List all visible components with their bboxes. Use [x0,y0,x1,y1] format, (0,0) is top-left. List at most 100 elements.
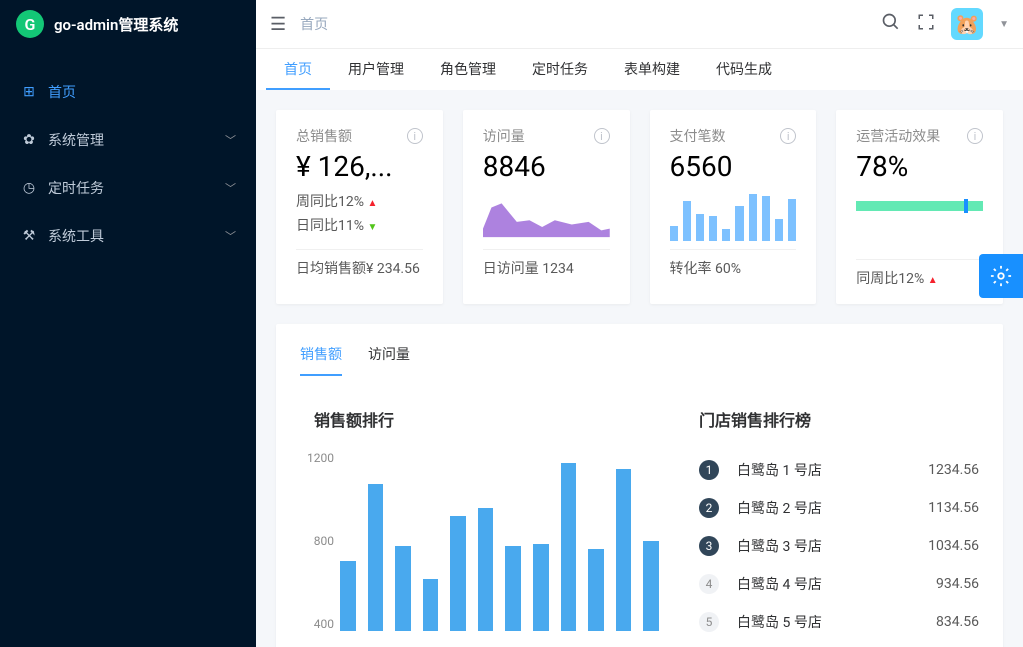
rank-value: 934.56 [936,576,979,592]
tab-5[interactable]: 代码生成 [698,49,790,90]
rank-row: 2白鹭岛 2 号店1134.56 [699,489,979,527]
sidebar-item-1[interactable]: ✿ 系统管理﹀ [0,116,256,164]
chart-bar [505,546,521,632]
menu-icon: ✿ [20,132,38,148]
y-axis: 1200800400 [300,451,334,631]
chevron-down-icon: ﹀ [225,132,236,148]
chart-bar [450,516,466,632]
card-title: 支付笔数 [670,126,726,146]
rank-number: 4 [699,574,719,594]
card-value: 78% [856,150,983,183]
app-title: go-admin管理系统 [54,14,178,35]
hamburger-icon[interactable]: ☰ [270,14,286,35]
area-sparkline [483,191,610,241]
rank-title: 门店销售排行榜 [699,407,979,431]
sales-panel: 销售额访问量 销售额排行 1200800400 门店销售排行榜 1白鹭岛 1 号… [276,324,1003,647]
tab-0[interactable]: 首页 [266,49,330,90]
chevron-down-icon: ﹀ [225,228,236,244]
chevron-down-icon[interactable]: ▼ [999,19,1009,30]
card-value: ¥ 126,... [296,150,423,183]
menu-icon: ⚒ [20,228,38,244]
tab-1[interactable]: 用户管理 [330,49,422,90]
menu-label: 系统管理 [48,130,225,150]
bar-chart: 1200800400 [300,451,659,631]
tab-3[interactable]: 定时任务 [514,49,606,90]
menu-label: 首页 [48,82,236,102]
rank-row: 1白鹭岛 1 号店1234.56 [699,451,979,489]
info-icon[interactable]: i [780,128,796,144]
main: ☰ 首页 🐹 ▼ 首页用户管理角色管理定时任务表单构建代码生成 总销售额i¥ 1… [256,0,1023,647]
sidebar: G go-admin管理系统 ⊞首页✿系统管理﹀◷定时任务﹀⚒系统工具﹀ [0,0,256,647]
chart-bar [588,549,604,632]
rank-column: 门店销售排行榜 1白鹭岛 1 号店1234.562白鹭岛 2 号店1134.56… [699,407,979,641]
navbar: ☰ 首页 🐹 ▼ [256,0,1023,48]
rank-row: 3 白鹭岛 3 号店1034.56 [699,527,979,565]
rank-name: 白鹭岛 1 号店 [737,460,928,480]
chart-bar [423,579,439,632]
menu-icon: ⊞ [20,84,38,100]
tab-2[interactable]: 角色管理 [422,49,514,90]
rank-value: 1234.56 [928,462,979,478]
sidebar-item-2[interactable]: ◷ 定时任务﹀ [0,164,256,212]
chart-bar [533,544,549,631]
breadcrumb: 首页 [300,14,867,34]
rank-number: 3 [699,536,719,556]
info-icon[interactable]: i [594,128,610,144]
card-footer: 同周比12% ▲ [856,259,983,288]
card-title: 运营活动效果 [856,126,940,146]
chart-bar [616,469,632,631]
chart-title: 销售额排行 [314,407,659,431]
rank-name: 白鹭岛 4 号店 [737,574,936,594]
chart-bar [561,463,577,631]
chart-bar [340,561,356,632]
rank-number: 2 [699,498,719,518]
fullscreen-icon[interactable] [917,13,935,36]
settings-fab[interactable] [979,254,1023,298]
card-footer: 日均销售额¥ 234.56 [296,249,423,278]
card-value: 8846 [483,150,610,183]
info-icon[interactable]: i [967,128,983,144]
panel-tab-0[interactable]: 销售额 [300,344,342,376]
rank-number: 5 [699,612,719,632]
progress-bar [856,201,983,211]
card-value: 6560 [670,150,797,183]
card-footer: 转化率 60% [670,249,797,278]
rank-value: 1034.56 [928,538,979,554]
rank-row: 4 白鹭岛 4 号店934.56 [699,565,979,603]
chevron-down-icon: ﹀ [225,180,236,196]
rank-value: 834.56 [936,614,979,630]
panel-tabs: 销售额访问量 [300,344,979,377]
bar-sparkline [670,191,797,241]
panel-tab-1[interactable]: 访问量 [368,344,410,376]
avatar[interactable]: 🐹 [951,8,983,40]
sidebar-item-3[interactable]: ⚒ 系统工具﹀ [0,212,256,260]
menu-label: 系统工具 [48,226,225,246]
stat-card-0: 总销售额i¥ 126,...周同比12% ▲日同比11% ▼日均销售额¥ 234… [276,110,443,304]
rank-name: 白鹭岛 2 号店 [737,498,928,518]
sidebar-menu: ⊞首页✿系统管理﹀◷定时任务﹀⚒系统工具﹀ [0,48,256,260]
nav-actions: 🐹 ▼ [881,8,1009,40]
menu-icon: ◷ [20,180,38,196]
rank-row: 5 白鹭岛 5 号店834.56 [699,603,979,641]
chart-bar [368,484,384,631]
stat-cards: 总销售额i¥ 126,...周同比12% ▲日同比11% ▼日均销售额¥ 234… [276,110,1003,304]
rank-name: 白鹭岛 3 号店 [737,536,928,556]
logo: G go-admin管理系统 [0,0,256,48]
chart-bar [643,541,659,631]
chart-bar [478,508,494,631]
rank-name: 白鹭岛 5 号店 [737,612,936,632]
sidebar-item-0[interactable]: ⊞ 首页 [0,68,256,116]
menu-label: 定时任务 [48,178,225,198]
content: 总销售额i¥ 126,...周同比12% ▲日同比11% ▼日均销售额¥ 234… [256,90,1023,647]
card-footer: 日访问量 1234 [483,249,610,278]
stat-card-2: 支付笔数 i 6560 转化率 60% [650,110,817,304]
card-title: 总销售额 [296,126,352,146]
stat-card-1: 访问量 i 8846 日访问量 1234 [463,110,630,304]
search-icon[interactable] [881,12,901,37]
info-icon[interactable]: i [407,128,423,144]
tab-4[interactable]: 表单构建 [606,49,698,90]
stat-card-3: 运营活动效果 i 78% 同周比12% ▲ [836,110,1003,304]
tabs-bar: 首页用户管理角色管理定时任务表单构建代码生成 [256,48,1023,90]
chart-column: 销售额排行 1200800400 [300,407,659,641]
card-title: 访问量 [483,126,525,146]
